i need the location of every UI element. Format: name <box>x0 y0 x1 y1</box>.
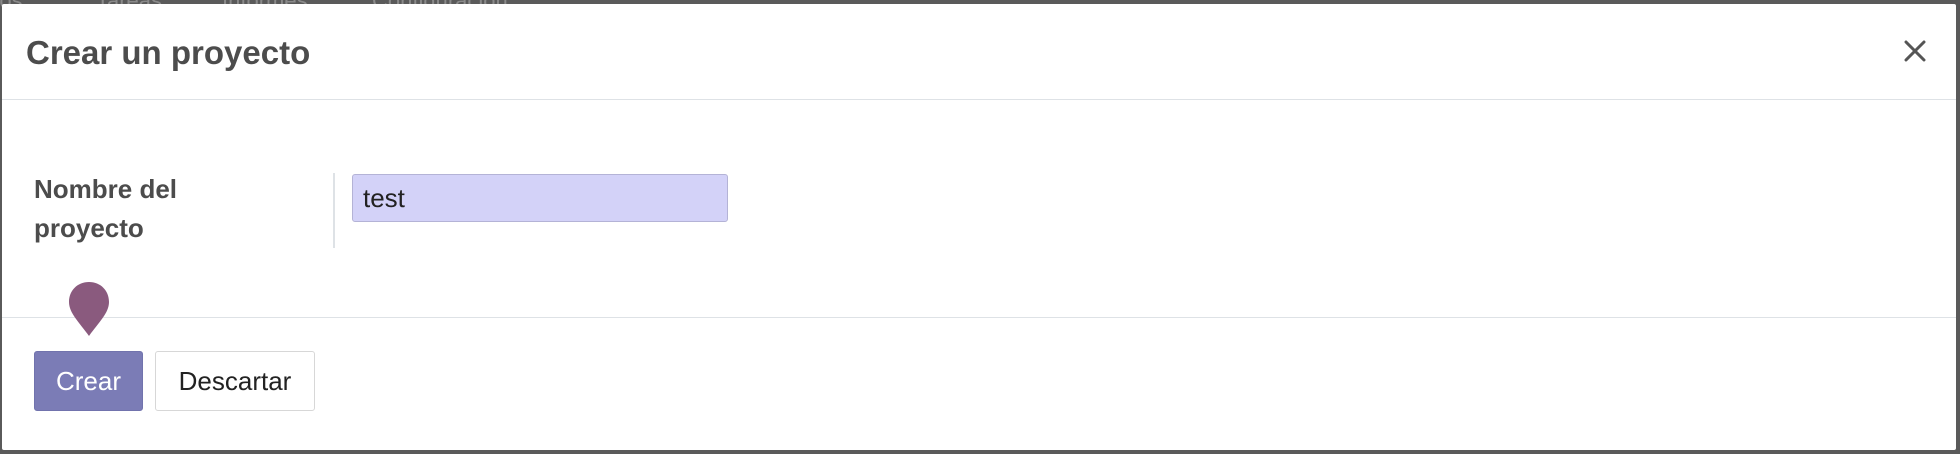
create-project-dialog: Crear un proyecto Nombre del proyecto Cr… <box>2 4 1956 450</box>
dialog-footer: Crear Descartar <box>2 282 1956 450</box>
close-button[interactable] <box>1896 32 1934 70</box>
discard-button[interactable]: Descartar <box>155 351 315 411</box>
project-name-label-line1: Nombre del <box>34 174 178 204</box>
dialog-body: Nombre del proyecto <box>2 100 1956 318</box>
close-icon <box>1904 40 1926 62</box>
dialog-header: Crear un proyecto <box>2 4 1956 100</box>
location-pin-marker-icon <box>69 282 109 336</box>
project-name-input[interactable] <box>352 174 728 222</box>
project-name-label: Nombre del proyecto <box>34 170 294 248</box>
label-separator <box>333 173 335 248</box>
project-name-label-line2: proyecto <box>34 213 144 243</box>
create-button[interactable]: Crear <box>34 351 143 411</box>
dialog-title: Crear un proyecto <box>26 34 311 71</box>
